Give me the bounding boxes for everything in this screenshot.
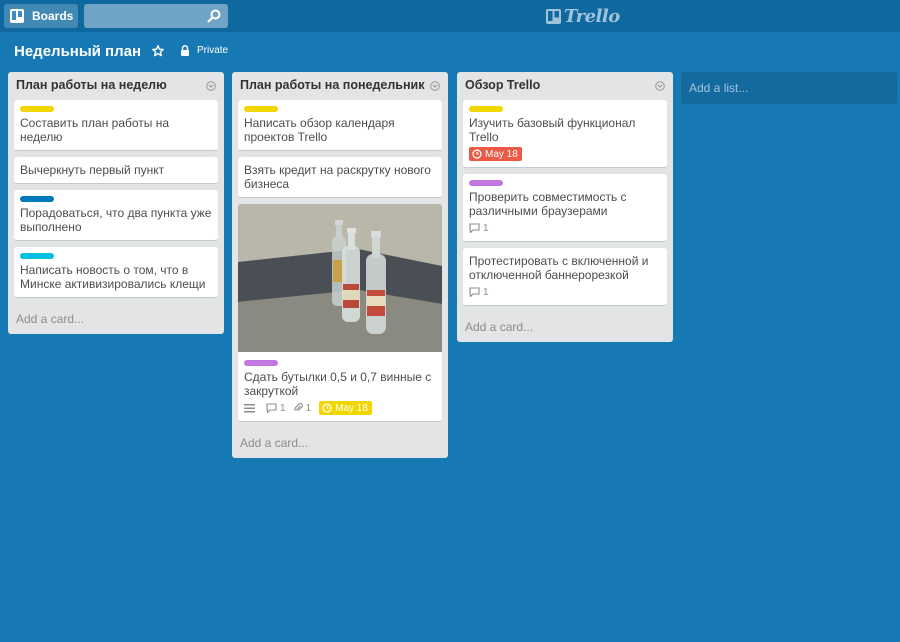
card-badges: 1 1 May 18: [244, 401, 436, 415]
label-blue: [20, 196, 54, 202]
card-badges: 1: [469, 221, 661, 235]
card-title: Проверить совместимость с различными бра…: [469, 190, 627, 218]
comments-count: 1: [483, 222, 489, 234]
comments-badge: 1: [469, 223, 489, 234]
comment-icon: [469, 287, 480, 297]
card[interactable]: Вычеркнуть первый пункт: [14, 157, 218, 184]
attachments-badge: 1: [293, 402, 312, 414]
card-title: Сдать бутылки 0,5 и 0,7 винные с закрутк…: [244, 370, 432, 398]
card[interactable]: Протестировать с включенной и отключенно…: [463, 248, 667, 306]
label-yellow: [469, 106, 503, 112]
card-title: Протестировать с включенной и отключенно…: [469, 254, 649, 282]
card-title: Составить план работы на неделю: [20, 116, 170, 144]
search-box[interactable]: [84, 4, 228, 28]
card[interactable]: Проверить совместимость с различными бра…: [463, 174, 667, 242]
due-date-badge: May 18: [319, 401, 372, 415]
card[interactable]: Сдать бутылки 0,5 и 0,7 винные с закрутк…: [238, 204, 442, 422]
card[interactable]: Изучить базовый функционал Trello May 18: [463, 100, 667, 168]
chevron-down-icon[interactable]: [430, 80, 440, 91]
chevron-down-icon[interactable]: [206, 80, 216, 91]
card-title: Изучить базовый функционал Trello: [469, 116, 636, 144]
card-badges: May 18: [469, 147, 661, 161]
add-card-link[interactable]: Add a card...: [232, 428, 448, 458]
logo-text: Trello: [564, 5, 620, 27]
card[interactable]: Взять кредит на раскрутку нового бизнеса: [238, 157, 442, 198]
card[interactable]: Порадоваться, что два пункта уже выполне…: [14, 190, 218, 241]
add-card-link[interactable]: Add a card...: [8, 304, 224, 334]
list-header[interactable]: План работы на понедельник: [232, 72, 448, 100]
chevron-down-icon[interactable]: [655, 80, 665, 91]
search-input[interactable]: [84, 4, 204, 28]
label-yellow: [244, 106, 278, 112]
boards-button[interactable]: Boards: [4, 4, 78, 28]
label-purple: [244, 360, 278, 366]
boards-label: Boards: [32, 9, 74, 23]
list-title: План работы на понедельник: [240, 78, 425, 92]
comment-icon: [266, 403, 277, 413]
list-title: План работы на неделю: [16, 78, 167, 92]
card[interactable]: Составить план работы на неделю: [14, 100, 218, 151]
list-header[interactable]: План работы на неделю: [8, 72, 224, 100]
add-card-link[interactable]: Add a card...: [457, 312, 673, 342]
trello-logo-icon: [546, 8, 561, 24]
visibility-toggle[interactable]: Private: [180, 45, 228, 56]
list-2: План работы на понедельник Написать обзо…: [232, 72, 448, 458]
comments-count: 1: [483, 286, 489, 298]
card-title: Вычеркнуть первый пункт: [20, 163, 165, 177]
attachments-count: 1: [305, 402, 312, 414]
board-title[interactable]: Недельный план: [14, 43, 141, 60]
visibility-label: Private: [197, 45, 229, 56]
due-date-text: May 18: [335, 402, 368, 414]
comments-badge: 1: [469, 287, 489, 298]
clock-icon: [322, 403, 332, 413]
card-title: Написать обзор календаря проектов Trello: [244, 116, 395, 144]
card-badges: 1: [469, 285, 661, 299]
comments-count: 1: [280, 402, 286, 414]
lock-icon: [180, 45, 190, 56]
label-cyan: [20, 253, 54, 259]
list-title: Обзор Trello: [465, 78, 541, 92]
label-purple: [469, 180, 503, 186]
comment-icon: [469, 223, 480, 233]
trello-logo[interactable]: Trello: [546, 5, 620, 27]
card-title: Написать новость о том, что в Минске акт…: [20, 263, 206, 291]
top-header: Boards Trello: [0, 0, 900, 32]
star-icon[interactable]: [152, 45, 164, 57]
comments-badge: 1: [266, 403, 286, 414]
label-yellow: [20, 106, 54, 112]
card[interactable]: Написать обзор календаря проектов Trello: [238, 100, 442, 151]
list-3: Обзор Trello Изучить базовый функционал …: [457, 72, 673, 342]
list-1: План работы на неделю Составить план раб…: [8, 72, 224, 334]
boards-icon: [10, 9, 24, 23]
search-icon[interactable]: [206, 8, 222, 24]
paperclip-icon: [293, 403, 303, 411]
due-date-badge: May 18: [469, 147, 522, 161]
add-list-button[interactable]: Add a list...: [681, 72, 897, 104]
card[interactable]: Написать новость о том, что в Минске акт…: [14, 247, 218, 298]
due-date-text: May 18: [485, 148, 518, 160]
description-icon: [244, 403, 258, 413]
list-header[interactable]: Обзор Trello: [457, 72, 673, 100]
card-cover-photo: [238, 204, 442, 352]
card-title: Взять кредит на раскрутку нового бизнеса: [244, 163, 431, 191]
card-title: Порадоваться, что два пункта уже выполне…: [20, 206, 212, 234]
clock-icon: [472, 149, 482, 159]
